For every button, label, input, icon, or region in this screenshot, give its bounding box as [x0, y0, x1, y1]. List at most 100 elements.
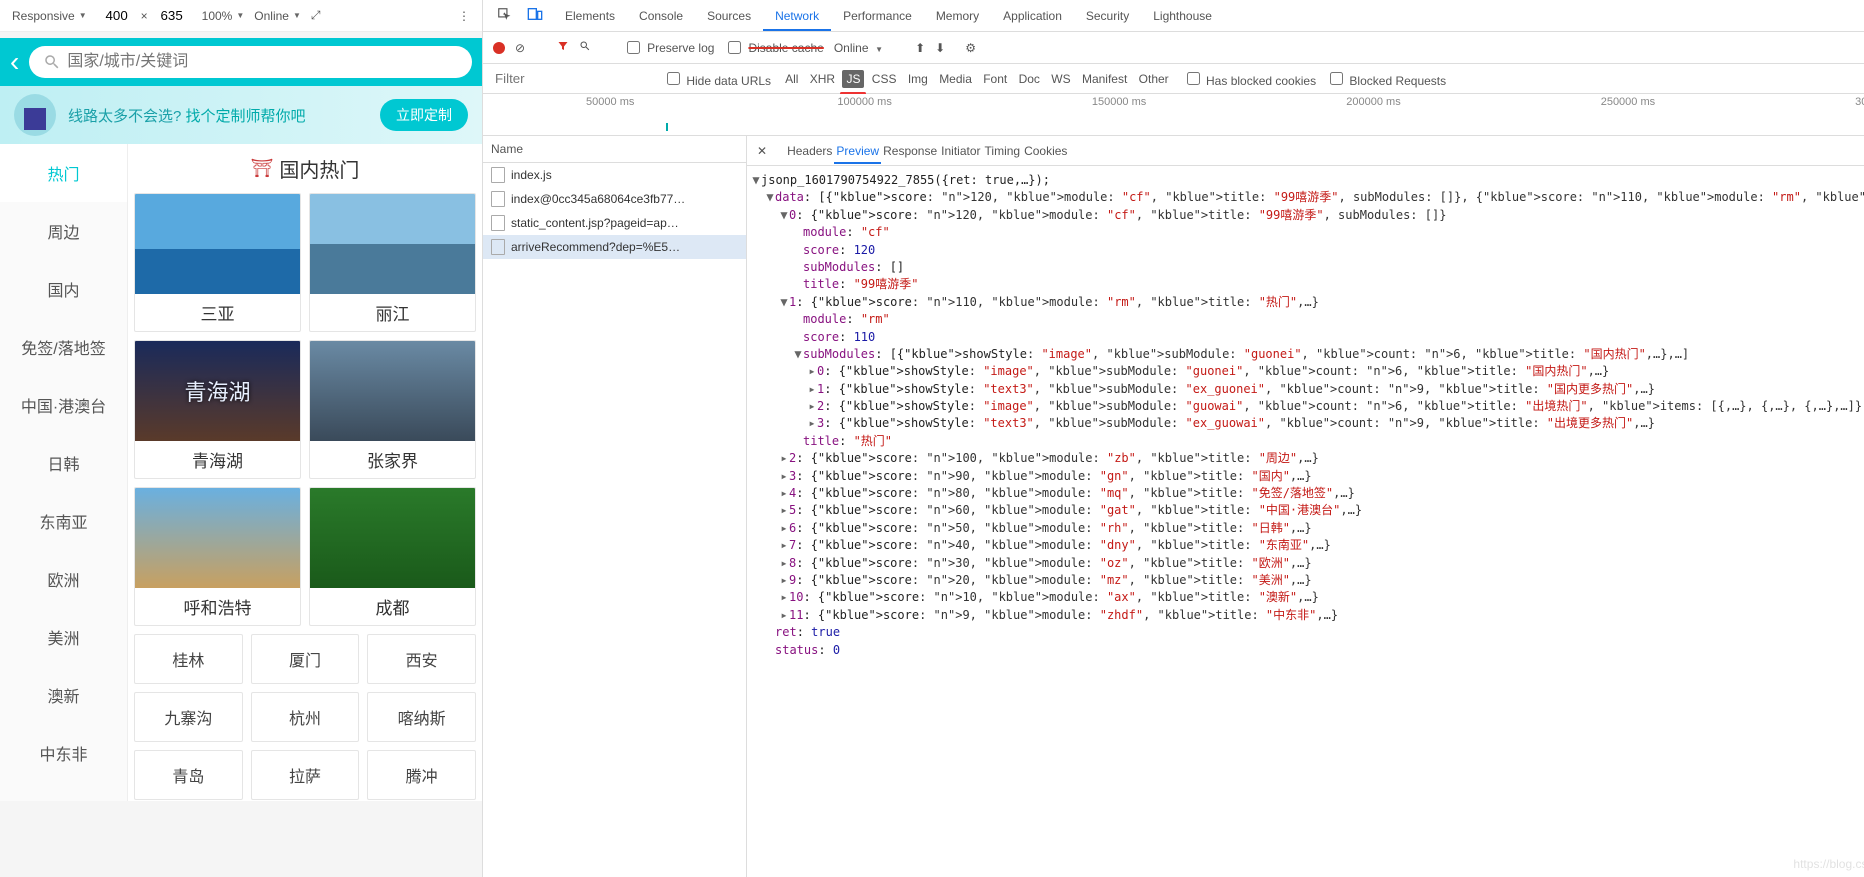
devtools-tab[interactable]: Memory	[924, 3, 991, 29]
destination-card[interactable]: 三亚	[134, 193, 301, 332]
devtools-tab[interactable]: Network	[763, 3, 831, 31]
file-icon	[491, 239, 505, 255]
sidebar-item[interactable]: 美洲	[0, 608, 127, 666]
destination-chip[interactable]: 厦门	[251, 634, 360, 684]
sidebar-item[interactable]: 欧洲	[0, 550, 127, 608]
upload-icon[interactable]: ⬆	[915, 41, 925, 55]
search-input[interactable]	[61, 52, 458, 72]
preserve-log-checkbox[interactable]: Preserve log	[623, 38, 714, 57]
filter-icon[interactable]	[557, 40, 569, 55]
card-label: 成都	[310, 588, 475, 625]
destination-card[interactable]: 青海湖青海湖	[134, 340, 301, 479]
sidebar-item[interactable]: 澳新	[0, 666, 127, 724]
hide-data-urls-checkbox[interactable]: Hide data URLs	[663, 69, 771, 88]
devtools-tab[interactable]: Elements	[553, 3, 627, 29]
sidebar-item[interactable]: 东南亚	[0, 492, 127, 550]
devtools-tab[interactable]: Performance	[831, 3, 924, 29]
network-filter-input[interactable]	[493, 70, 653, 87]
search-icon[interactable]	[579, 40, 591, 55]
detail-tab[interactable]: Cookies	[1022, 140, 1069, 162]
sidebar-item[interactable]: 周边	[0, 202, 127, 260]
request-row[interactable]: index.js	[483, 163, 746, 187]
devtools-tab[interactable]: Application	[991, 3, 1074, 29]
mobile-preview-wrap: ‹ 线路太多不会选? 找个定制师帮你吧 立即定制 热门周边国内免签/落地签中国	[0, 32, 482, 877]
devtools-tab[interactable]: Lighthouse	[1141, 3, 1224, 29]
detail-tab[interactable]: Response	[881, 140, 939, 162]
sidebar-item[interactable]: 中东非	[0, 724, 127, 782]
destination-chip[interactable]: 杭州	[251, 692, 360, 742]
card-image	[310, 341, 475, 441]
blocked-requests-checkbox[interactable]: Blocked Requests	[1326, 69, 1446, 88]
clear-icon[interactable]: ⊘	[515, 41, 525, 55]
filter-type-tab[interactable]: JS	[842, 70, 864, 88]
filter-type-tab[interactable]: XHR	[806, 70, 839, 88]
devtools-tab[interactable]: Sources	[695, 3, 763, 29]
throttle-select[interactable]: Online ▼	[834, 41, 883, 55]
destination-card[interactable]: 成都	[309, 487, 476, 626]
destination-chip[interactable]: 青岛	[134, 750, 243, 800]
sidebar-item[interactable]: 热门	[0, 144, 127, 202]
request-row[interactable]: index@0cc345a68064ce3fb77…	[483, 187, 746, 211]
download-icon[interactable]: ⬇	[935, 41, 945, 55]
detail-tab[interactable]: Preview	[834, 140, 881, 164]
request-row[interactable]: arriveRecommend?dep=%E5…	[483, 235, 746, 259]
device-select[interactable]: Responsive ▼	[12, 9, 87, 23]
timeline-tick: 200000 ms	[1346, 96, 1400, 108]
more-icon[interactable]: ⋮	[458, 9, 470, 23]
filter-type-tab[interactable]: Font	[979, 70, 1011, 88]
devtools-panel: ElementsConsoleSourcesNetworkPerformance…	[483, 0, 1864, 877]
devtools-tab[interactable]: Console	[627, 3, 695, 29]
record-icon[interactable]	[493, 42, 505, 54]
detail-tab[interactable]: Headers	[785, 140, 834, 162]
rotate-icon[interactable]: ⤢	[311, 8, 321, 23]
destination-chip[interactable]: 腾冲	[367, 750, 476, 800]
device-width-input[interactable]	[97, 7, 137, 24]
close-detail-icon[interactable]: ✕	[757, 144, 767, 158]
back-icon[interactable]: ‹	[10, 46, 19, 78]
filter-type-tab[interactable]: Doc	[1015, 70, 1044, 88]
filter-type-tab[interactable]: WS	[1047, 70, 1074, 88]
search-box[interactable]	[29, 46, 472, 78]
detail-tab[interactable]: Timing	[983, 140, 1023, 162]
filter-type-tab[interactable]: Media	[935, 70, 976, 88]
card-label: 丽江	[310, 294, 475, 331]
response-preview[interactable]: ▼jsonp_1601790754922_7855({ret: true,…})…	[747, 166, 1864, 877]
promo-banner[interactable]: 线路太多不会选? 找个定制师帮你吧 立即定制	[0, 86, 482, 144]
destination-chip[interactable]: 桂林	[134, 634, 243, 684]
sidebar-item[interactable]: 免签/落地签	[0, 318, 127, 376]
destination-chip[interactable]: 拉萨	[251, 750, 360, 800]
card-image	[310, 194, 475, 294]
settings-icon[interactable]: ⚙	[965, 41, 976, 55]
device-zoom-select[interactable]: 100% ▼	[202, 9, 245, 23]
filter-type-tab[interactable]: Manifest	[1078, 70, 1131, 88]
sidebar-item[interactable]: 中国·港澳台	[0, 376, 127, 434]
destination-card[interactable]: 丽江	[309, 193, 476, 332]
device-toggle-icon[interactable]	[521, 3, 549, 28]
device-throttling-select[interactable]: Online ▼	[254, 9, 301, 23]
sidebar-item[interactable]: 日韩	[0, 434, 127, 492]
file-icon	[491, 191, 505, 207]
destination-chip[interactable]: 九寨沟	[134, 692, 243, 742]
destination-card[interactable]: 张家界	[309, 340, 476, 479]
sidebar-item[interactable]: 国内	[0, 260, 127, 318]
destination-card[interactable]: 呼和浩特	[134, 487, 301, 626]
filter-type-tab[interactable]: All	[781, 70, 802, 88]
devtools-tab[interactable]: Security	[1074, 3, 1141, 29]
filter-type-tab[interactable]: CSS	[868, 70, 901, 88]
promo-button[interactable]: 立即定制	[380, 99, 468, 131]
category-sidebar: 热门周边国内免签/落地签中国·港澳台日韩东南亚欧洲美洲澳新中东非	[0, 144, 128, 801]
detail-tab[interactable]: Initiator	[939, 140, 982, 162]
request-row[interactable]: static_content.jsp?pageid=ap…	[483, 211, 746, 235]
has-blocked-cookies-checkbox[interactable]: Has blocked cookies	[1183, 69, 1316, 88]
disable-cache-checkbox[interactable]: Disable cache	[724, 38, 823, 57]
filter-type-tab[interactable]: Other	[1135, 70, 1173, 88]
promo-text: 线路太多不会选? 找个定制师帮你吧	[68, 105, 368, 126]
timeline-tick: 100000 ms	[837, 96, 891, 108]
destination-chip[interactable]: 喀纳斯	[367, 692, 476, 742]
file-icon	[491, 167, 505, 183]
inspect-icon[interactable]	[491, 3, 517, 28]
filter-type-tab[interactable]: Img	[904, 70, 932, 88]
device-height-input[interactable]	[152, 7, 192, 24]
network-timeline[interactable]: 50000 ms100000 ms150000 ms200000 ms25000…	[483, 94, 1864, 136]
destination-chip[interactable]: 西安	[367, 634, 476, 684]
